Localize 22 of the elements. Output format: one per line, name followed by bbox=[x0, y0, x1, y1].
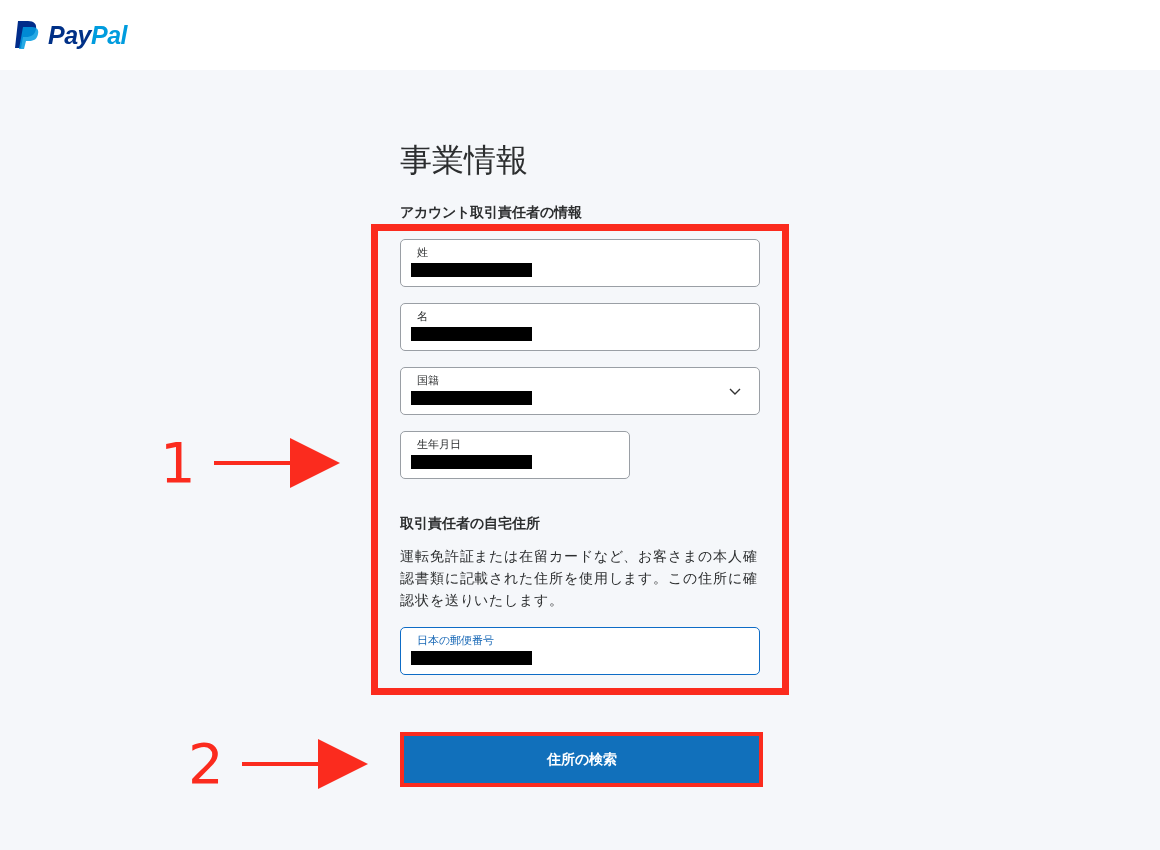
logo-text: PayPal bbox=[48, 20, 127, 50]
field-label: 名 bbox=[417, 310, 429, 324]
arrow-icon bbox=[213, 438, 340, 488]
field-label: 日本の郵便番号 bbox=[417, 634, 495, 648]
input-field[interactable]: 国籍 bbox=[400, 367, 760, 415]
field-label: 国籍 bbox=[417, 374, 440, 388]
search-address-button[interactable]: 住所の検索 bbox=[404, 736, 759, 783]
chevron-down-icon bbox=[729, 388, 741, 396]
section-heading: アカウント取引責任者の情報 bbox=[400, 203, 583, 222]
field-label: 姓 bbox=[417, 246, 429, 260]
input-field[interactable]: 日本の郵便番号 bbox=[400, 627, 760, 675]
paypal-logo-icon bbox=[14, 20, 40, 50]
annotation-number: 1 bbox=[160, 435, 196, 491]
page-title: 事業情報 bbox=[400, 140, 529, 180]
input-field[interactable]: 生年月日 bbox=[400, 431, 630, 479]
input-field[interactable]: 姓 bbox=[400, 239, 760, 287]
arrow-icon bbox=[241, 739, 368, 789]
annotation-number: 2 bbox=[188, 736, 224, 792]
field-label: 生年月日 bbox=[417, 438, 462, 452]
section-heading: 取引責任者の自宅住所 bbox=[400, 514, 541, 533]
input-field[interactable]: 名 bbox=[400, 303, 760, 351]
description-text: 運転免許証または在留カードなど、お客さまの本人確認書類に記載された住所を使用します。この住所に確認状を送りいたします。 bbox=[400, 547, 759, 610]
